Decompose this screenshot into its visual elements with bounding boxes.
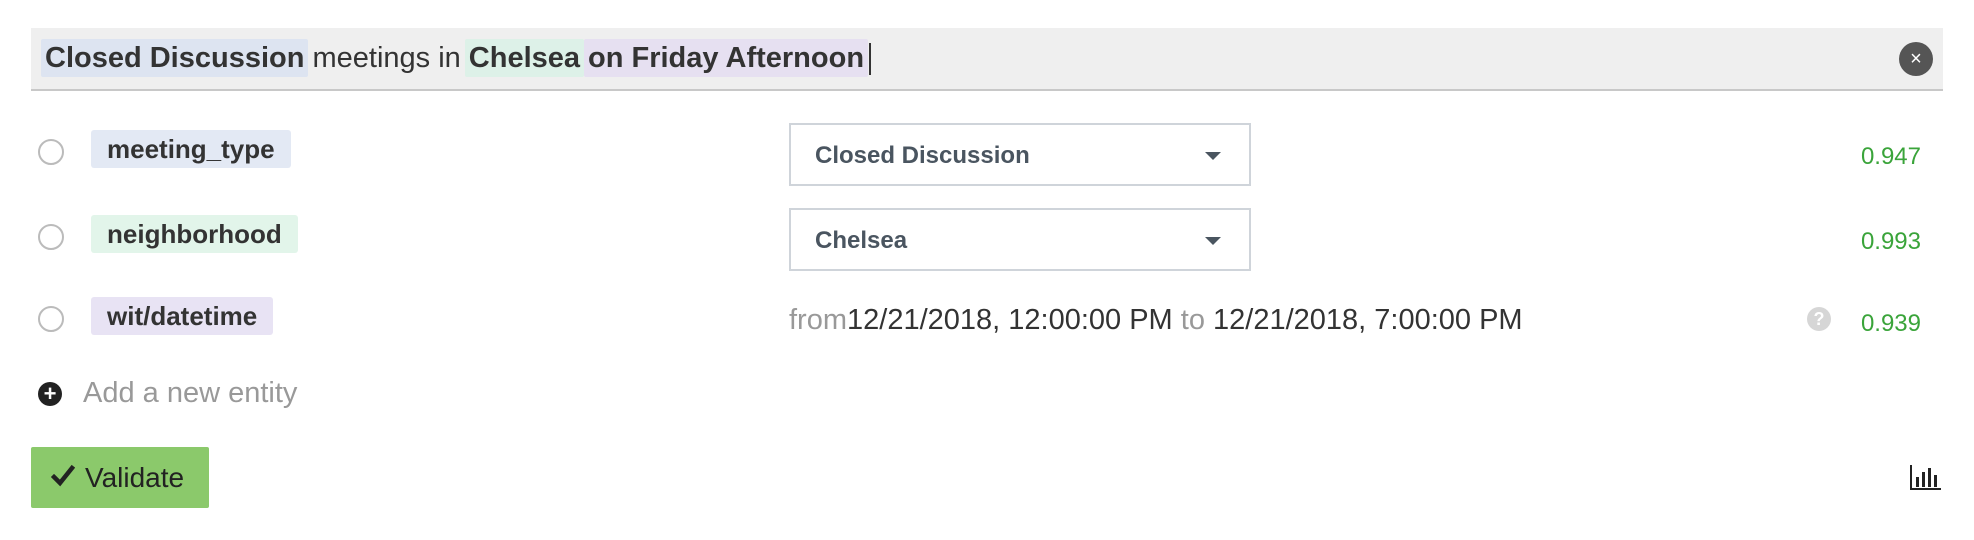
radio-datetime[interactable]	[38, 306, 64, 332]
validate-button[interactable]: Validate	[31, 447, 209, 508]
from-value[interactable]: 12/21/2018, 12:00:00 PM	[847, 304, 1173, 336]
chevron-down-icon	[1205, 152, 1221, 160]
entity-tag-neighborhood: neighborhood	[91, 215, 298, 253]
radio-neighborhood[interactable]	[38, 224, 64, 250]
chunk-neighborhood[interactable]: Chelsea	[464, 39, 585, 77]
radio-meeting-type[interactable]	[38, 139, 64, 165]
check-icon	[51, 464, 75, 487]
chevron-down-icon	[1205, 237, 1221, 245]
dropdown-value: Closed Discussion	[815, 142, 1030, 169]
entity-tag-datetime: wit/datetime	[91, 297, 274, 335]
bar-chart-icon[interactable]	[1910, 464, 1942, 490]
expression-input[interactable]: Closed Discussion meetings in Chelsea on Fr…	[31, 28, 1943, 91]
chunk-datetime[interactable]: on Friday Afternoon	[584, 39, 869, 77]
to-value[interactable]: 12/21/2018, 7:00:00 PM	[1213, 304, 1523, 336]
chunk-plain: meetings in	[312, 42, 461, 74]
datetime-range[interactable]: from12/21/2018, 12:00:00 PM to 12/21/201…	[789, 304, 1523, 337]
entity-row-datetime: wit/datetime from12/21/2018, 12:00:00 PM…	[31, 290, 1943, 350]
expression-text[interactable]: Closed Discussion meetings in Chelsea on Fr…	[41, 39, 872, 77]
dropdown-neighborhood[interactable]: Chelsea	[789, 208, 1251, 271]
confidence-score: 0.939	[1860, 310, 1921, 337]
entity-row-meeting-type: meeting_type Closed Discussion 0.947	[31, 123, 1943, 186]
dropdown-value: Chelsea	[815, 227, 908, 254]
dropdown-meeting-type[interactable]: Closed Discussion	[789, 123, 1251, 186]
confidence-score: 0.947	[1860, 143, 1921, 170]
plus-circle-icon: +	[38, 382, 62, 406]
help-icon[interactable]: ?	[1807, 307, 1831, 331]
chunk-meeting-type[interactable]: Closed Discussion	[41, 39, 309, 77]
confidence-score: 0.993	[1860, 228, 1921, 255]
clear-icon[interactable]: ×	[1899, 42, 1933, 76]
add-entity-label: Add a new entity	[83, 377, 298, 409]
from-label: from	[789, 304, 847, 336]
entity-row-neighborhood: neighborhood Chelsea 0.993	[31, 208, 1943, 271]
to-label: to	[1180, 304, 1205, 336]
text-cursor	[869, 43, 872, 76]
validate-label: Validate	[85, 462, 185, 493]
entity-tag-meeting-type: meeting_type	[91, 130, 291, 168]
